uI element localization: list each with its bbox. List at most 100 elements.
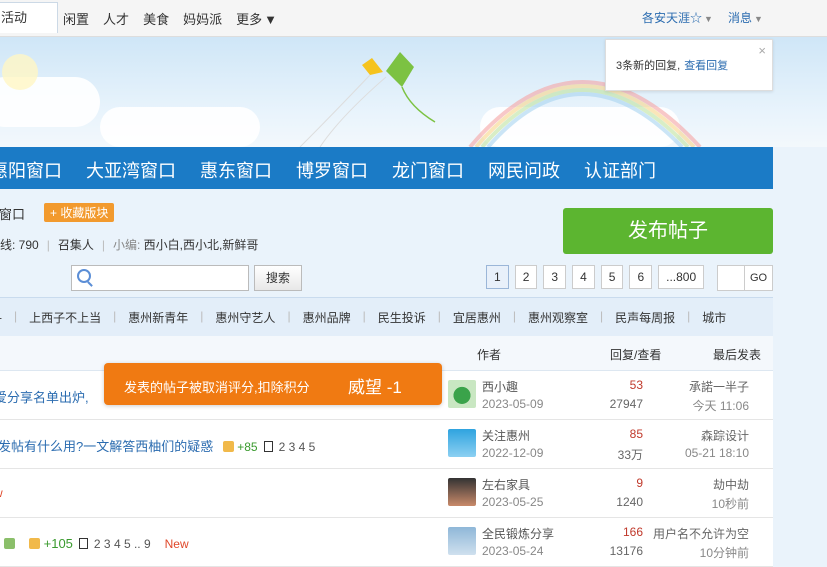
forum-meta: 线: 790 | 召集人 | 小编: 西小白,西小北,新鲜哥 xyxy=(0,238,259,252)
category-item[interactable]: 惠州新青年 xyxy=(128,309,188,326)
document-icon xyxy=(78,538,88,549)
page-6[interactable]: 6 xyxy=(629,265,653,289)
category-item[interactable]: 惠州品牌 xyxy=(303,309,351,326)
user-menu[interactable]: 各安天涯☆ ▼ xyxy=(642,9,713,26)
nav-item-longmen[interactable]: 龙门窗口 xyxy=(392,157,464,183)
chevron-down-icon: ▼ xyxy=(264,12,277,27)
category-item[interactable]: 民声每周报 xyxy=(615,309,675,326)
rating-info: +85 xyxy=(222,440,258,454)
author-name[interactable]: 左右家具 xyxy=(482,476,530,493)
page-1[interactable]: 1 xyxy=(486,265,509,289)
author-name[interactable]: 全民锻炼分享 xyxy=(482,525,554,542)
category-item[interactable]: 上西子不上当 xyxy=(29,309,101,326)
messages-menu[interactable]: 消息 ▼ xyxy=(728,9,763,26)
close-icon[interactable]: × xyxy=(758,43,766,58)
more-label: 更多 xyxy=(236,12,263,27)
category-item[interactable]: 惠州观察室 xyxy=(528,309,588,326)
category-bar: 寻| 上西子不上当| 惠州新青年| 惠州守艺人| 惠州品牌| 民生投诉| 宜居惠… xyxy=(0,297,773,337)
thread-title-line: w xyxy=(0,485,3,500)
messages-label[interactable]: 消息 xyxy=(728,11,752,25)
topnav-item-food[interactable]: 美食 xyxy=(143,9,169,28)
toast-value: 威望 -1 xyxy=(348,378,402,397)
category-item[interactable]: 城市 xyxy=(702,309,726,326)
topnav-item-more[interactable]: 更多 ▼ xyxy=(236,9,291,28)
forum-convener[interactable]: 召集人 xyxy=(58,238,94,252)
search-button[interactable]: 搜索 xyxy=(254,265,302,291)
table-row[interactable]: 发帖有什么用?一文解答西柚们的疑惑 +85 2 3 4 5 关注惠州 2022-1… xyxy=(0,420,773,469)
chevron-down-icon: ▼ xyxy=(704,14,713,24)
category-item[interactable]: 宜居惠州 xyxy=(453,309,501,326)
last-poster[interactable]: 承諾一半子 xyxy=(689,378,749,395)
nav-item-boluo[interactable]: 博罗窗口 xyxy=(296,157,368,183)
category-item[interactable]: 寻 xyxy=(0,309,2,326)
score-toast: 发表的帖子被取消评分,扣除积分 威望 -1 xyxy=(104,363,442,405)
page-last[interactable]: ...800 xyxy=(658,265,705,289)
rating-value: +85 xyxy=(237,440,258,454)
post-date: 2023-05-25 xyxy=(482,495,544,509)
table-row[interactable]: w 左右家具 2023-05-25 9 1240 劫中劫 10秒前 xyxy=(0,469,773,518)
tab-activity[interactable]: 活动 xyxy=(0,2,58,33)
username[interactable]: 各安天涯☆ xyxy=(642,11,702,25)
last-poster[interactable]: 森踪设计 xyxy=(701,427,749,444)
thread-title[interactable]: 发帖有什么用?一文解答西柚们的疑惑 xyxy=(0,439,213,454)
new-badge: w xyxy=(0,486,3,500)
last-post-time[interactable]: 10分钟前 xyxy=(700,544,749,561)
rating-value: +105 xyxy=(43,536,73,551)
topnav-item-moms[interactable]: 妈妈派 xyxy=(183,9,222,28)
topnav-item-secondhand[interactable]: 闲置 xyxy=(63,9,89,28)
last-post-time[interactable]: 10秒前 xyxy=(712,495,749,512)
page-background xyxy=(773,147,827,548)
reply-count: 9 xyxy=(636,476,643,490)
post-date: 2023-05-24 xyxy=(482,544,544,558)
pagination: 1 2 3 4 5 6 ...800 xyxy=(486,265,710,289)
table-row[interactable]: +105 2 3 4 5 .. 9 New 全民锻炼分享 2023-05-24 16… xyxy=(0,518,773,567)
last-post-time[interactable]: 05-21 18:10 xyxy=(685,446,749,460)
page-3[interactable]: 3 xyxy=(543,265,567,289)
reply-count: 166 xyxy=(622,525,643,539)
avatar[interactable] xyxy=(448,527,476,555)
forum-online: 线: 790 xyxy=(0,238,39,252)
last-post-time[interactable]: 今天 11:06 xyxy=(693,397,749,414)
search-input[interactable] xyxy=(71,265,249,291)
reply-count: 53 xyxy=(629,378,643,392)
author-name[interactable]: 关注惠州 xyxy=(482,427,530,444)
avatar[interactable] xyxy=(448,380,476,408)
view-count: 1240 xyxy=(616,495,643,509)
nav-item-dayawan[interactable]: 大亚湾窗口 xyxy=(86,157,176,183)
favorite-forum-button[interactable]: + 收藏版块 xyxy=(44,203,115,222)
go-button[interactable]: GO xyxy=(744,265,773,291)
page-2[interactable]: 2 xyxy=(514,265,538,289)
thumbs-up-icon xyxy=(29,538,40,549)
page-5[interactable]: 5 xyxy=(600,265,624,289)
thread-pages[interactable]: 2 3 4 5 xyxy=(279,440,316,454)
nav-item-huiyang[interactable]: 惠阳窗口 xyxy=(0,157,62,183)
topnav-item-jobs[interactable]: 人才 xyxy=(103,9,129,28)
view-count: 27947 xyxy=(609,397,643,411)
post-thread-button[interactable]: 发布帖子 xyxy=(563,208,773,254)
search-icon xyxy=(77,269,91,283)
tab-label: 活动 xyxy=(1,10,28,25)
post-date: 2022-12-09 xyxy=(482,446,544,460)
category-item[interactable]: 民生投诉 xyxy=(378,309,426,326)
document-icon xyxy=(263,441,273,452)
top-bar: 产 家居 闲置 人才 美食 妈妈派 更多▼ 各安天涯☆▼ 消息▼ xyxy=(0,0,827,37)
nav-item-wenzheng[interactable]: 网民问政 xyxy=(488,157,560,183)
col-author: 作者 xyxy=(477,348,502,362)
new-badge: New xyxy=(164,537,189,551)
avatar[interactable] xyxy=(448,478,476,506)
thread-title[interactable]: 爱分享名单出炉, xyxy=(0,387,89,406)
last-poster[interactable]: 劫中劫 xyxy=(713,476,749,493)
nav-item-huidong[interactable]: 惠东窗口 xyxy=(200,157,272,183)
page-number-input[interactable] xyxy=(717,265,745,291)
nav-item-certified[interactable]: 认证部门 xyxy=(584,157,656,183)
reply-notice: 3条新的回复, 查看回复 × xyxy=(605,39,773,91)
thread-pages[interactable]: 2 3 4 5 .. 9 xyxy=(94,537,151,551)
category-item[interactable]: 惠州守艺人 xyxy=(215,309,275,326)
page-4[interactable]: 4 xyxy=(572,265,595,289)
moderator-names[interactable]: 西小白,西小北,新鲜哥 xyxy=(144,238,259,252)
avatar[interactable] xyxy=(448,429,476,457)
last-poster[interactable]: 用户名不允许为空 xyxy=(653,525,749,542)
author-name[interactable]: 西小趣 xyxy=(482,378,518,395)
chevron-down-icon: ▼ xyxy=(754,14,763,24)
view-replies-link[interactable]: 查看回复 xyxy=(684,60,728,72)
